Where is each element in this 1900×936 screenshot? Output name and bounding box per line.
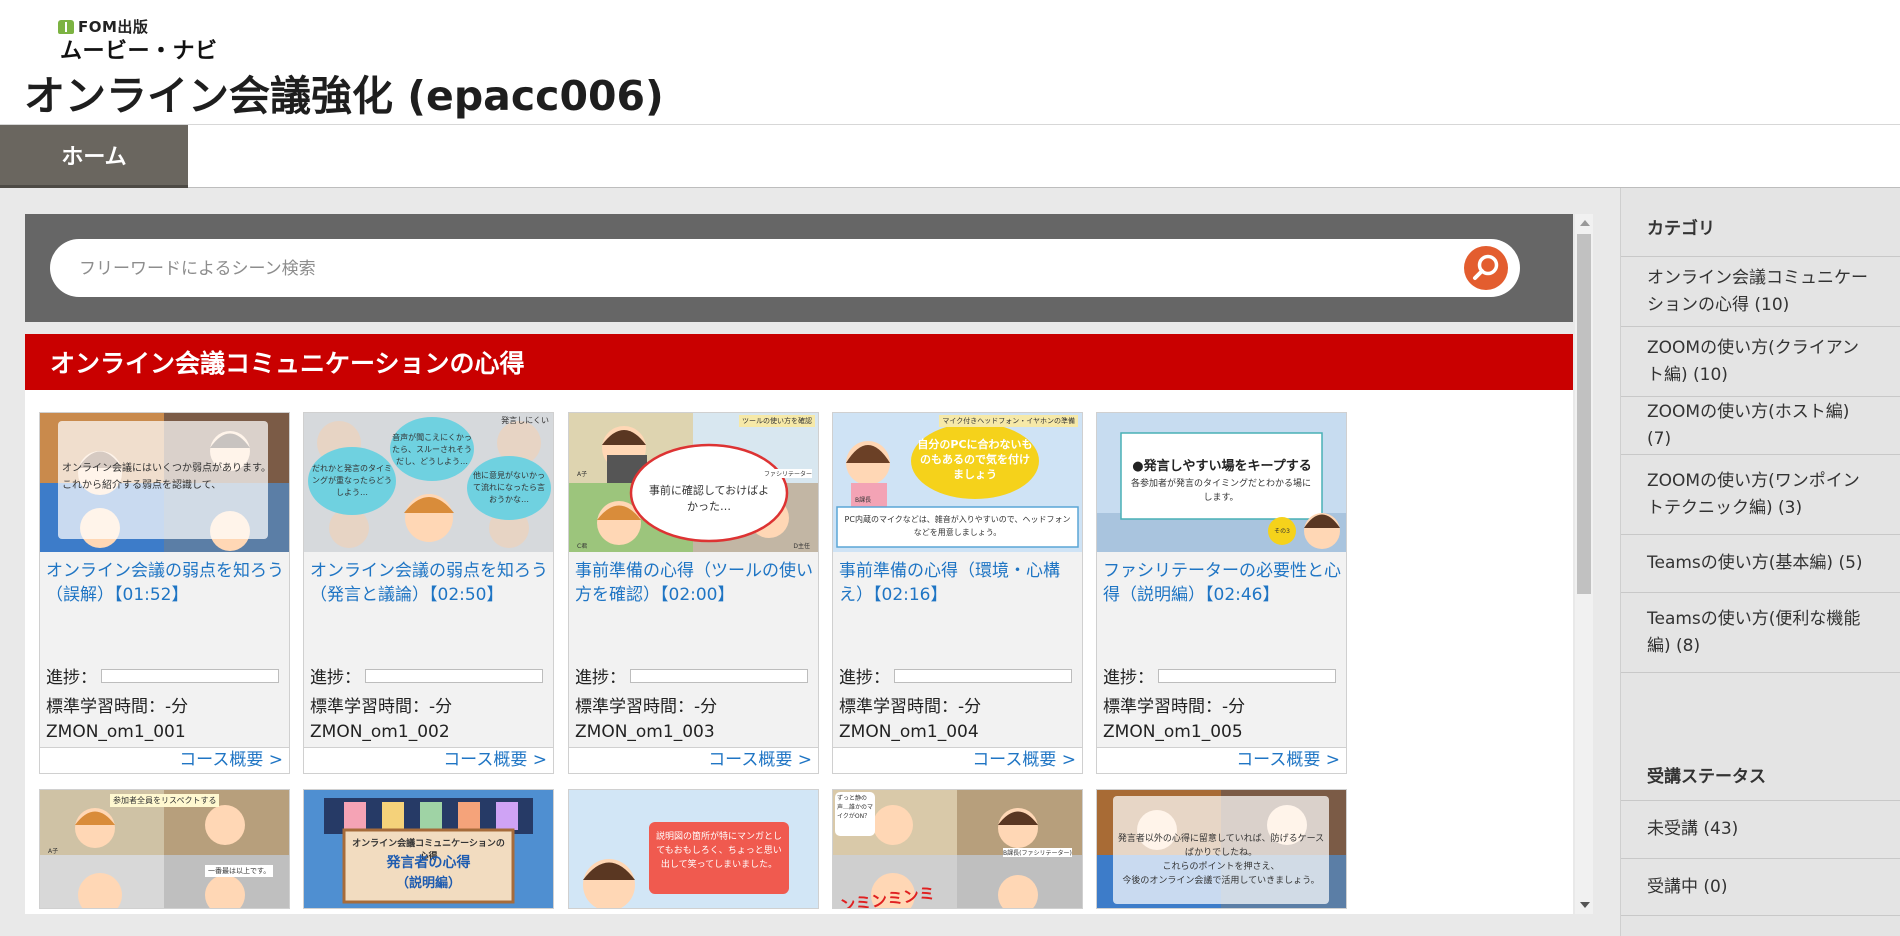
sidebar: カテゴリ オンライン会議コミュニケーションの心得 (10) ZOOMの使い方(ク…: [1620, 188, 1900, 936]
course-overview-link[interactable]: コース概要 >: [569, 747, 818, 773]
video-thumbnail[interactable]: だれかと発言のタイミングが重なったらどうしよう… 音声が聞こえにくかったら、スル…: [304, 413, 553, 552]
video-thumbnail[interactable]: [40, 790, 289, 909]
video-code: ZMON_om1_002: [310, 722, 450, 742]
video-thumbnail[interactable]: ●発言しやすい場をキープする 各参加者が発言のタイミングだとわかる場にします。 …: [1097, 413, 1346, 552]
progress-row: 進捗：: [46, 663, 279, 688]
progress-bar: [1158, 668, 1336, 683]
video-title[interactable]: オンライン会議の弱点を知ろう（発言と議論）【02:50】: [310, 559, 548, 607]
search-band: [25, 214, 1573, 322]
divider: [1621, 672, 1900, 673]
course-overview-link[interactable]: コース概要 >: [304, 747, 553, 773]
video-code: ZMON_om1_001: [46, 722, 186, 742]
progress-row: 進捗：: [1103, 663, 1336, 688]
video-thumbnail[interactable]: 自分のPCに合わないものもあるので気を付けましょう マイク付きヘッドフォン・イヤ…: [833, 413, 1082, 552]
progress-label: 進捗：: [575, 668, 626, 688]
course-overview-link[interactable]: コース概要 >: [1097, 747, 1346, 773]
progress-row: 進捗：: [839, 663, 1072, 688]
progress-bar: [101, 668, 279, 683]
search-icon: [1473, 254, 1499, 280]
study-time: 標準学習時間：-分: [310, 697, 453, 717]
video-card-5[interactable]: ●発言しやすい場をキープする 各参加者が発言のタイミングだとわかる場にします。 …: [1096, 412, 1347, 774]
progress-label: 進捗：: [310, 668, 361, 688]
scrollbar-thumb[interactable]: [1577, 234, 1591, 594]
search-button[interactable]: [1464, 246, 1508, 290]
video-title[interactable]: 事前準備の心得（環境・心構え）【02:16】: [839, 559, 1077, 607]
video-title[interactable]: オンライン会議の弱点を知ろう（誤解）【01:52】: [46, 559, 284, 607]
video-card-8[interactable]: 説明図の箇所が特にマンガとしてもおもしろく、ちょっと思い出して笑ってしまいました…: [568, 789, 819, 909]
search-input[interactable]: [77, 253, 1461, 285]
sidebar-category-item[interactable]: Teamsの使い方(基本編) (5): [1621, 534, 1900, 592]
video-card-6[interactable]: 参加者全員をリスペクトする A子 一番最は以上です。: [39, 789, 290, 909]
video-card-9[interactable]: ずっと静の声…誰かのマイクがON？ B課長(ファシリテーター) ンミンミンミ: [832, 789, 1083, 909]
study-time: 標準学習時間：-分: [46, 697, 189, 717]
course-overview-link[interactable]: コース概要 >: [40, 747, 289, 773]
scroll-down-arrow-icon[interactable]: [1580, 902, 1590, 908]
video-title[interactable]: ファシリテーターの必要性と心得（説明編）【02:46】: [1103, 559, 1341, 607]
progress-row: 進捗：: [575, 663, 808, 688]
progress-bar: [894, 668, 1072, 683]
progress-label: 進捗：: [1103, 668, 1154, 688]
main-content: オンライン会議コミュニケーションの心得 オンライン会議にはいくつか弱点があります…: [25, 214, 1575, 914]
study-time: 標準学習時間：-分: [1103, 697, 1246, 717]
content-scrollbar[interactable]: [1575, 214, 1593, 914]
video-card-1[interactable]: オンライン会議にはいくつか弱点があります。 これから紹介する弱点を認識して、 オ…: [39, 412, 290, 774]
video-card-10[interactable]: 発言者以外の心得に留意していれば、防げるケースばかりでしたね。 これらのポイント…: [1096, 789, 1347, 909]
sidebar-status-item[interactable]: 未受講 (43): [1621, 800, 1900, 858]
video-card-7[interactable]: オンライン会議コミュニケーションの心得 発言者の心得 （説明編）: [303, 789, 554, 909]
sidebar-category-item[interactable]: Teamsの使い方(便利な機能編) (8): [1621, 592, 1900, 672]
progress-label: 進捗：: [46, 668, 97, 688]
progress-label: 進捗：: [839, 668, 890, 688]
nav-tab-home[interactable]: ホーム: [0, 125, 188, 188]
sidebar-status-item[interactable]: 受講中 (0): [1621, 858, 1900, 916]
page-header: FOM出版 ムービー・ナビ オンライン会議強化 (epacc006): [0, 0, 1900, 124]
book-icon: [58, 19, 74, 34]
search-box: [50, 239, 1520, 297]
study-time: 標準学習時間：-分: [575, 697, 718, 717]
video-card-2[interactable]: だれかと発言のタイミングが重なったらどうしよう… 音声が聞こえにくかったら、スル…: [303, 412, 554, 774]
sidebar-category-item[interactable]: オンライン会議コミュニケーションの心得 (10): [1621, 256, 1900, 326]
status-sidebar-title: 受講ステータス: [1647, 767, 1766, 787]
sidebar-category-item[interactable]: ZOOMの使い方(ワンポイントテクニック編) (3): [1621, 454, 1900, 534]
video-code: ZMON_om1_003: [575, 722, 715, 742]
progress-bar: [630, 668, 808, 683]
sidebar-category-item[interactable]: ZOOMの使い方(ホスト編) (7): [1621, 396, 1900, 454]
video-code: ZMON_om1_005: [1103, 722, 1243, 742]
category-sidebar-title: カテゴリ: [1647, 219, 1715, 239]
video-card-3[interactable]: 事前に確認しておけばよかった… ツールの使い方を確認 ファシリテーター A子 C…: [568, 412, 819, 774]
video-thumbnail[interactable]: 事前に確認しておけばよかった… ツールの使い方を確認 ファシリテーター A子 C…: [569, 413, 818, 552]
study-time: 標準学習時間：-分: [839, 697, 982, 717]
course-overview-link[interactable]: コース概要 >: [833, 747, 1082, 773]
video-title[interactable]: 事前準備の心得（ツールの使い方を確認）【02:00】: [575, 559, 813, 607]
scroll-up-arrow-icon[interactable]: [1580, 220, 1590, 226]
logo-name: ムービー・ナビ: [60, 39, 218, 64]
main-nav: ホーム: [0, 124, 1900, 188]
progress-row: 進捗：: [310, 663, 543, 688]
page-title: オンライン会議強化 (epacc006): [24, 72, 664, 120]
video-code: ZMON_om1_004: [839, 722, 979, 742]
category-heading: オンライン会議コミュニケーションの心得: [25, 334, 1573, 390]
video-card-4[interactable]: 自分のPCに合わないものもあるので気を付けましょう マイク付きヘッドフォン・イヤ…: [832, 412, 1083, 774]
fom-movie-navi-logo[interactable]: FOM出版 ムービー・ナビ: [58, 16, 217, 64]
video-thumbnail[interactable]: オンライン会議にはいくつか弱点があります。 これから紹介する弱点を認識して、: [40, 413, 289, 552]
progress-bar: [365, 668, 543, 683]
sidebar-category-item[interactable]: ZOOMの使い方(クライアント編) (10): [1621, 326, 1900, 396]
